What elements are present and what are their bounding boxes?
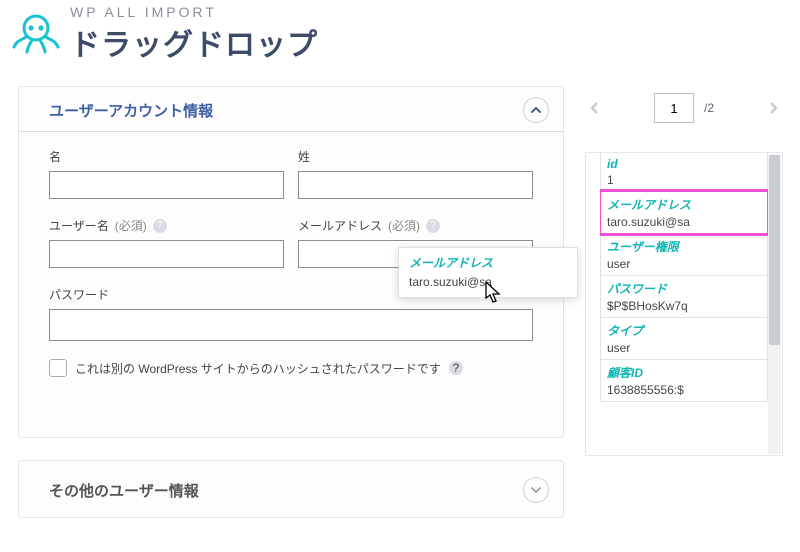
- record-field[interactable]: ユーザー権限user: [600, 233, 768, 276]
- hashed-password-label: これは別の WordPress サイトからのハッシュされたパスワードです: [75, 360, 441, 377]
- record-field-key: メールアドレス: [601, 192, 767, 213]
- page-total: /2: [704, 101, 714, 115]
- cursor-icon: [485, 281, 505, 305]
- drag-preview-key: メールアドレス: [409, 254, 567, 271]
- brand-logo: WP ALL IMPORT ドラッグドロップ: [12, 4, 318, 64]
- record-sheet: id1メールアドレスtaro.suzuki@saユーザー権限userパスワード$…: [585, 152, 783, 456]
- password-input[interactable]: [49, 309, 533, 341]
- help-icon[interactable]: ?: [426, 219, 440, 233]
- record-field-key: id: [601, 153, 767, 171]
- record-field-value: user: [601, 339, 767, 359]
- help-icon[interactable]: ?: [153, 219, 167, 233]
- record-field[interactable]: タイプuser: [600, 317, 768, 360]
- help-icon[interactable]: ?: [449, 361, 463, 375]
- chevron-down-icon: [530, 484, 542, 496]
- record-sidebar: /2 id1メールアドレスtaro.suzuki@saユーザー権限userパスワ…: [585, 88, 783, 456]
- pager-next[interactable]: [763, 98, 783, 118]
- record-field[interactable]: 顧客ID1638855556:$: [600, 359, 768, 402]
- record-field-value: user: [601, 255, 767, 275]
- octopus-icon: [12, 10, 60, 58]
- scrollbar-thumb[interactable]: [769, 155, 780, 345]
- pager-prev[interactable]: [585, 98, 605, 118]
- panel2-title: その他のユーザー情報: [49, 480, 199, 501]
- first-name-input[interactable]: [49, 171, 284, 199]
- chevron-right-icon: [765, 100, 781, 116]
- panel-header[interactable]: ユーザーアカウント情報: [19, 87, 563, 132]
- last-name-label: 姓: [298, 148, 533, 165]
- brand-subtitle: WP ALL IMPORT: [70, 4, 318, 20]
- last-name-input[interactable]: [298, 171, 533, 199]
- first-name-label: 名: [49, 148, 284, 165]
- email-label: メールアドレス(必須) ?: [298, 217, 533, 234]
- record-pager: /2: [585, 88, 783, 128]
- panel-title: ユーザーアカウント情報: [49, 100, 213, 121]
- record-field-key: パスワード: [601, 276, 767, 297]
- record-field-value: 1: [601, 171, 767, 191]
- record-field-value: 1638855556:$: [601, 381, 767, 401]
- record-field-value: taro.suzuki@sa: [601, 213, 767, 233]
- record-field-value: $P$BHosKw7q: [601, 297, 767, 317]
- record-field-key: 顧客ID: [601, 360, 767, 381]
- brand-title: ドラッグドロップ: [70, 20, 318, 64]
- page-number-input[interactable]: [654, 93, 694, 123]
- username-label: ユーザー名(必須) ?: [49, 217, 284, 234]
- record-field[interactable]: メールアドレスtaro.suzuki@sa: [600, 191, 768, 234]
- scrollbar-track[interactable]: [768, 154, 781, 454]
- hashed-password-checkbox[interactable]: [49, 359, 67, 377]
- username-input[interactable]: [49, 240, 284, 268]
- other-user-info-panel[interactable]: その他のユーザー情報: [18, 460, 564, 518]
- chevron-up-icon: [530, 104, 542, 116]
- record-field-key: タイプ: [601, 318, 767, 339]
- chevron-left-icon: [587, 100, 603, 116]
- record-field[interactable]: パスワード$P$BHosKw7q: [600, 275, 768, 318]
- expand-toggle[interactable]: [523, 477, 549, 503]
- record-field-key: ユーザー権限: [601, 234, 767, 255]
- collapse-toggle[interactable]: [523, 97, 549, 123]
- record-field[interactable]: id1: [600, 153, 768, 192]
